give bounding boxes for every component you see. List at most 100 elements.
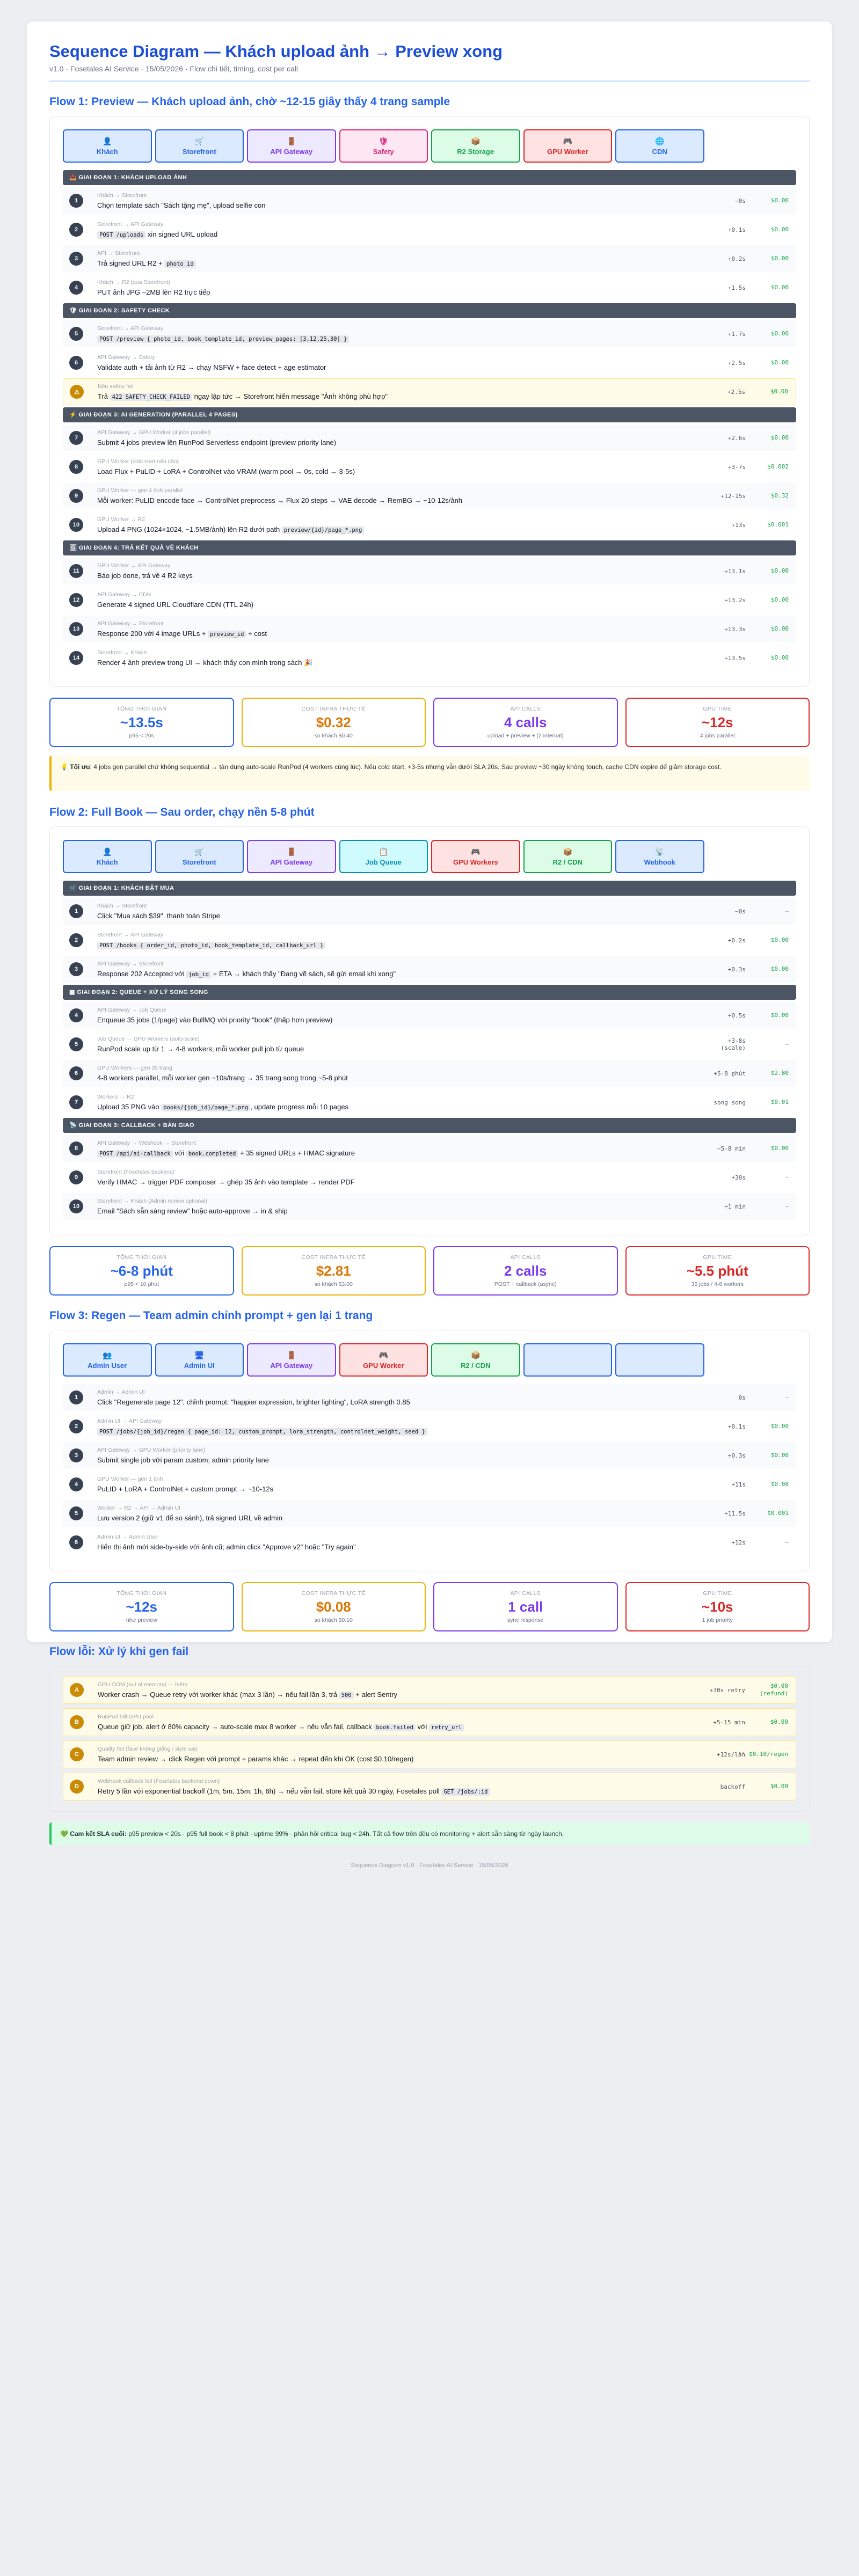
metric-label: API calls [510,1590,541,1597]
step-body: GPU Worker (cold start nếu cần) Load Flux… [97,458,676,477]
step-number: 2 [69,933,83,947]
step-number: 8 [69,1141,83,1155]
step-body: GPU Worker → API Gateway Báo job done, tr… [97,562,676,581]
optimization-note: 💡 Tối ưu: 4 jobs gen parallel chứ không … [49,756,810,791]
text-fragment: Báo job done, trả về 4 R2 keys [97,571,193,580]
text-fragment: với [415,1722,430,1731]
actor-gpu-workers: 🎮 GPU Workers [431,840,520,873]
step-body: Storefront → API Gateway POST /preview { … [97,325,676,343]
actor-kh-ch: 👤 Khách [63,129,152,163]
step-timing: +13.2s [724,596,746,604]
metric-card: Cost infra thực tế $0.32 so khách $0.40 [241,698,426,747]
step-body: API Gateway → Webhook → Storefront POST /… [97,1139,676,1158]
actor-icon: 📡 [655,847,665,856]
metric-sub: p95 < 10 phút [124,1281,159,1287]
step-timing: +12s/lần [717,1751,745,1758]
step-number: 1 [69,194,83,208]
text-fragment: Load Flux + PuLID + LoRA + ControlNet và… [97,467,355,475]
step-cost: $0.002 [767,463,789,470]
actor-icon: 📦 [563,847,572,856]
step-number: 10 [69,518,83,532]
sequence-step: 7 API Gateway → GPU Worker (4 jobs parall… [63,425,796,451]
step-cost: $0.00 [770,330,789,337]
code-snippet: book.failed [374,1723,416,1731]
step-timing: +12s [731,1539,746,1546]
actor-admin-user: 👥 Admin User [63,1343,152,1377]
metric-label: Tổng thời gian [117,706,167,712]
step-cost: $0.00 [770,596,789,603]
step-description: RunPod scale up từ 1 → 4-8 workers; mỗi … [97,1044,676,1054]
metric-value: ~10s [701,1599,733,1615]
step-body: Quality fail (face không giống / style s… [98,1745,675,1764]
sequence-step: 5 Worker → R2 → API → Admin UI Lưu version… [63,1500,796,1527]
note-lead: 💡 Tối ưu [60,763,90,771]
step-actors: GPU Worker (cold start nếu cần) [97,458,179,465]
text-fragment: PuLID + LoRA + ControlNet + custom promp… [97,1484,274,1493]
step-cost: — [785,908,789,914]
step-cost: $0.00 [770,965,789,972]
step-body: Storefront → Khách Render 4 ảnh preview t… [97,649,676,668]
code-snippet: 422 SAFETY_CHECK_FAILED [110,393,193,401]
note-text: : 4 jobs gen parallel chứ không sequenti… [90,763,722,771]
sequence-step: 3 API Gateway → GPU Worker (priority lane… [63,1442,796,1469]
step-timing: song song [714,1099,746,1106]
actor-label: CDN [652,147,667,156]
text-fragment: Lưu version 2 (giữ v1 để so sánh), trả s… [97,1513,282,1522]
step-body: Storefront → API Gateway POST /books { or… [97,931,676,950]
step-number: 1 [69,1391,83,1404]
step-number: 11 [69,564,83,578]
sequence-step: 5 Job Queue → GPU Workers (auto-scale) Run… [63,1031,796,1058]
step-timing: +2.5s [727,359,746,367]
sequence-step: 5 Storefront → API Gateway POST /preview {… [63,320,796,347]
step-description: PUT ảnh JPG ~2MB lên R2 trực tiếp [97,288,676,297]
step-body: RunPod hết GPU pool Queue giữ job, alert … [98,1713,675,1732]
step-timing: +2.6s [727,434,746,442]
actor-label: Storefront [182,147,216,156]
sequence-step: 6 GPU Workers — gen 35 trang 4-8 workers p… [63,1060,796,1087]
sequence-step: 1 Khách → Storefront Click "Mua sách $39",… [63,898,796,925]
code-snippet: books/{job_id}/page_*.png [161,1103,251,1111]
step-body: GPU Worker → R2 Upload 4 PNG (1024×1024, … [97,516,676,535]
step-description: Báo job done, trả về 4 R2 keys [97,571,676,581]
step-body: Workers → R2 Upload 35 PNG vào books/{job… [97,1093,676,1112]
error-case-row: C Quality fail (face không giống / style … [63,1740,796,1768]
step-description: Trả 422 SAFETY_CHECK_FAILED ngay lập tức… [98,392,675,401]
step-number: 4 [69,1008,83,1022]
step-actors: Worker → R2 → API → Admin UI [97,1504,181,1511]
step-timing: +3-7s [727,463,746,471]
step-actors: API → Storefront [97,250,140,257]
error-case-row: A GPU OOM (out of memory) — hiếm Worker cr… [63,1676,796,1704]
step-cost: — [785,1394,789,1401]
step-number: 7 [69,431,83,445]
actor-job-queue: 📋 Job Queue [339,840,428,873]
step-timing: +13.1s [724,567,746,575]
step-number: 12 [69,593,83,607]
step-description: POST /uploads xin signed URL upload [97,230,676,239]
step-actors: Storefront → API Gateway [97,221,164,228]
step-actors: API Gateway → Safety [97,354,155,361]
metric-sub: 4 jobs parallel [700,733,735,739]
step-number: 6 [69,356,83,370]
step-cost: $0.00 [770,654,789,661]
step-timing: +0.3s [727,965,746,973]
code-snippet: POST /api/ai-callback [97,1150,173,1158]
sequence-step: 10 GPU Worker → R2 Upload 4 PNG (1024×1024… [63,511,796,538]
step-description: Upload 35 PNG vào books/{job_id}/page_*.… [97,1102,676,1112]
metric-label: GPU time [703,1254,732,1261]
step-body: API → Storefront Trả signed URL R2 + phot… [97,250,676,268]
step-timing: +1 min [724,1203,746,1210]
metric-value: 4 calls [504,714,547,730]
step-timing: +11.5s [724,1510,746,1517]
step-timing: +11s [731,1481,746,1488]
metric-value: ~13.5s [120,714,163,730]
step-actors: Nếu safety fail [98,383,134,390]
step-description: POST /books { order_id, photo_id, book_t… [97,940,676,950]
text-fragment: Click "Regenerate page 12", chỉnh prompt… [97,1397,410,1406]
actor-icon: 🛒 [194,847,204,856]
step-actors: Khách → R2 (qua Storefront) [97,279,170,286]
actor-label: API Gateway [270,147,313,156]
step-cost: $0.00 [770,1012,789,1019]
sequence-step: 9 Storefront (Fosetales backend) Verify HM… [63,1164,796,1191]
text-fragment: với [172,1148,186,1157]
sequence-step: 3 API Gateway → Storefront Response 202 Ac… [63,956,796,983]
